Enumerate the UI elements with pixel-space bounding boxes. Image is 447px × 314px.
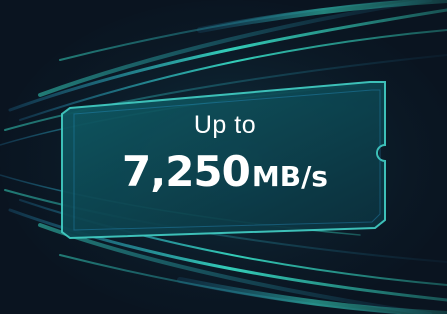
promo-banner: Up to 7,250MB/s bbox=[0, 0, 447, 314]
headline-speed: 7,250MB/s bbox=[60, 147, 390, 196]
speed-unit: MB/s bbox=[251, 160, 328, 193]
headline-prefix: Up to bbox=[193, 111, 257, 139]
speed-value: 7,250 bbox=[122, 147, 251, 196]
